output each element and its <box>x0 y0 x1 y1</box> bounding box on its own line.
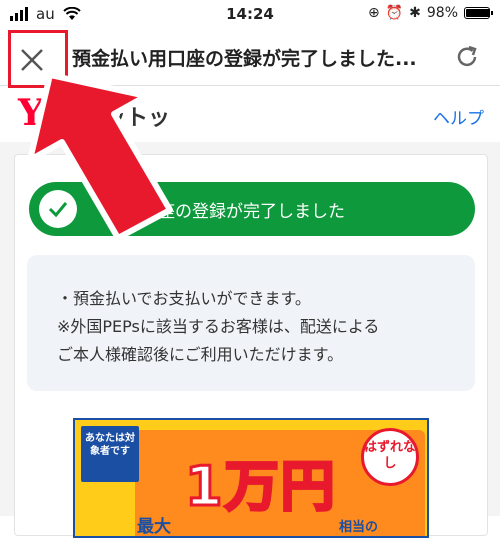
status-right: ⊕ ⏰ ✱ 98% <box>367 5 493 21</box>
bluetooth-icon: ✱ <box>409 5 421 21</box>
banner-suffix: 相当の <box>339 520 379 535</box>
navigation-bar: 預金払い用口座の登録が完了しました... <box>0 30 500 86</box>
success-message: い用口座の登録が完了しました <box>107 201 345 222</box>
target-badge: あなたは対象者です <box>81 426 139 482</box>
status-bar: au 14:24 ⊕ ⏰ ✱ 98% <box>0 0 500 30</box>
battery-icon <box>464 7 493 19</box>
reload-button[interactable] <box>452 42 482 72</box>
promo-banner[interactable]: あなたは対象者です 1万円 最大 相当の はずれなし <box>73 418 429 538</box>
check-icon <box>39 190 77 228</box>
info-line: ・預金払いでお支払いができます。 <box>57 289 311 308</box>
no-miss-stamp: はずれなし <box>361 428 419 486</box>
page-title: 預金払い用口座の登録が完了しました... <box>72 48 417 70</box>
banner-amount: 1万円 <box>184 454 337 520</box>
success-banner: い用口座の登録が完了しました <box>29 182 475 236</box>
help-link[interactable]: ヘルプ <box>433 104 484 129</box>
info-line: ※外国PEPsに該当するお客様は、配送による <box>57 317 380 336</box>
battery-percent: 98% <box>426 5 458 21</box>
logo-mark: Y <box>18 92 44 134</box>
info-box: ・預金払いでお支払いができます。 ※外国PEPsに該当するお客様は、配送による … <box>27 255 475 391</box>
content-area: い用口座の登録が完了しました ・預金払いでお支払いができます。 ※外国PEPsに… <box>0 142 500 538</box>
highlight-box <box>8 30 68 88</box>
logo-text: ットッ <box>104 106 171 131</box>
main-card: い用口座の登録が完了しました ・預金払いでお支払いができます。 ※外国PEPsに… <box>14 154 488 538</box>
app-header: Y ットッ ヘルプ <box>0 86 500 142</box>
alarm-icon: ⏰ <box>385 5 404 21</box>
info-line: ご本人様確認後にご利用いただけます。 <box>57 345 344 364</box>
reload-icon <box>457 45 477 67</box>
rotation-lock-icon: ⊕ <box>367 5 380 21</box>
